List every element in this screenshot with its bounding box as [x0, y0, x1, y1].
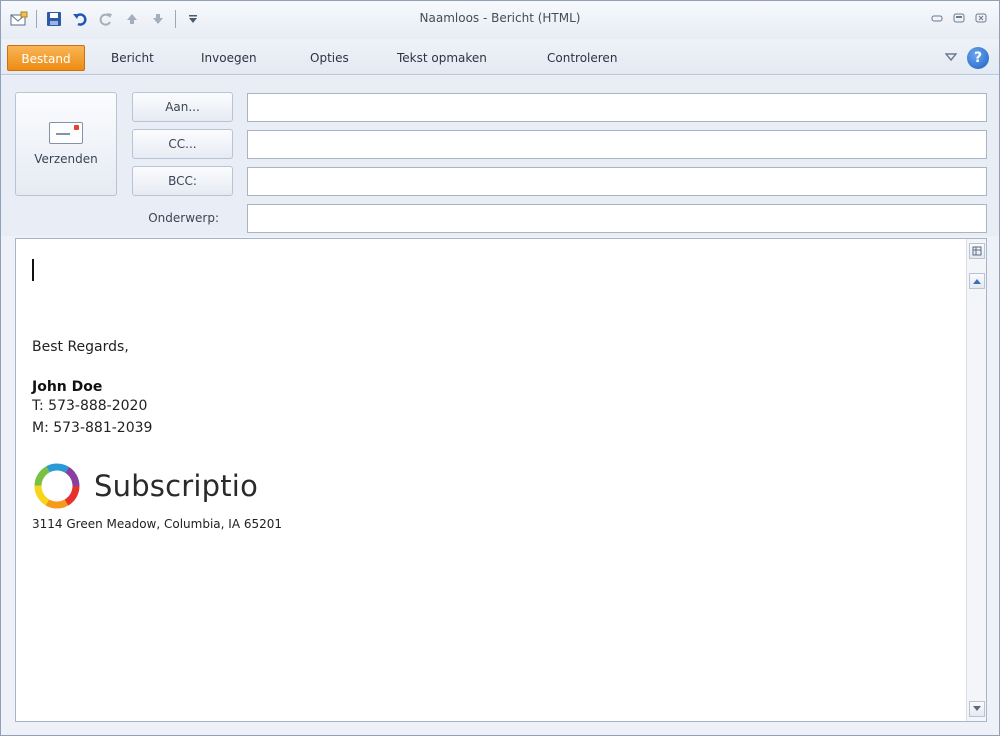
text-cursor [32, 259, 34, 281]
message-body[interactable]: Best Regards, John Doe T: 573-888-2020 M… [15, 238, 987, 722]
signature-mobile: M: 573-881-2039 [32, 420, 153, 436]
send-envelope-icon [49, 122, 83, 144]
greeting-text: Best Regards, [32, 339, 129, 355]
ribbon-tabs: Bestand Bericht Invoegen Opties Tekst op… [1, 39, 999, 75]
help-icon[interactable]: ? [967, 47, 989, 69]
tab-opties[interactable]: Opties [304, 45, 355, 71]
send-button-label: Verzenden [34, 152, 98, 166]
cc-button[interactable]: CC... [132, 129, 233, 159]
scroll-up-icon[interactable] [969, 273, 985, 289]
scroll-down-icon[interactable] [969, 701, 985, 717]
tab-invoegen[interactable]: Invoegen [195, 45, 263, 71]
bcc-field[interactable] [247, 167, 987, 196]
restore-icon[interactable] [949, 9, 969, 27]
tab-bericht[interactable]: Bericht [105, 45, 160, 71]
to-button[interactable]: Aan... [132, 92, 233, 122]
signature-name: John Doe [32, 379, 103, 395]
close-icon[interactable] [971, 9, 991, 27]
company-address: 3114 Green Meadow, Columbia, IA 65201 [32, 517, 283, 531]
cc-field[interactable] [247, 130, 987, 159]
message-header: Verzenden Aan... CC... BCC: Onderwerp: [1, 76, 999, 236]
outlook-message-window: Naamloos - Bericht (HTML) Bestand Berich… [0, 0, 1000, 736]
company-logo: Subscriptio [32, 461, 956, 511]
ruler-toggle-icon[interactable] [969, 243, 985, 259]
window-title: Naamloos - Bericht (HTML) [419, 11, 581, 25]
vertical-scrollbar[interactable] [966, 239, 986, 721]
collapse-ribbon-icon[interactable] [944, 51, 958, 65]
signature-phone: T: 573-888-2020 [32, 398, 148, 414]
title-bar: Naamloos - Bericht (HTML) [1, 1, 999, 39]
to-field[interactable] [247, 93, 987, 122]
subscriptio-logo-icon [34, 463, 80, 509]
company-name: Subscriptio [94, 469, 259, 503]
ribbon-right-controls: ? [944, 47, 989, 69]
subject-field[interactable] [247, 204, 987, 233]
send-button[interactable]: Verzenden [15, 92, 117, 196]
tab-controleren[interactable]: Controleren [541, 45, 623, 71]
bcc-button[interactable]: BCC: [132, 166, 233, 196]
window-controls [927, 9, 991, 27]
tab-tekst-opmaken[interactable]: Tekst opmaken [391, 45, 493, 71]
subject-label: Onderwerp: [148, 211, 219, 225]
message-content: Best Regards, John Doe T: 573-888-2020 M… [32, 259, 956, 531]
tab-bestand[interactable]: Bestand [7, 45, 85, 71]
minimize-icon[interactable] [927, 9, 947, 27]
